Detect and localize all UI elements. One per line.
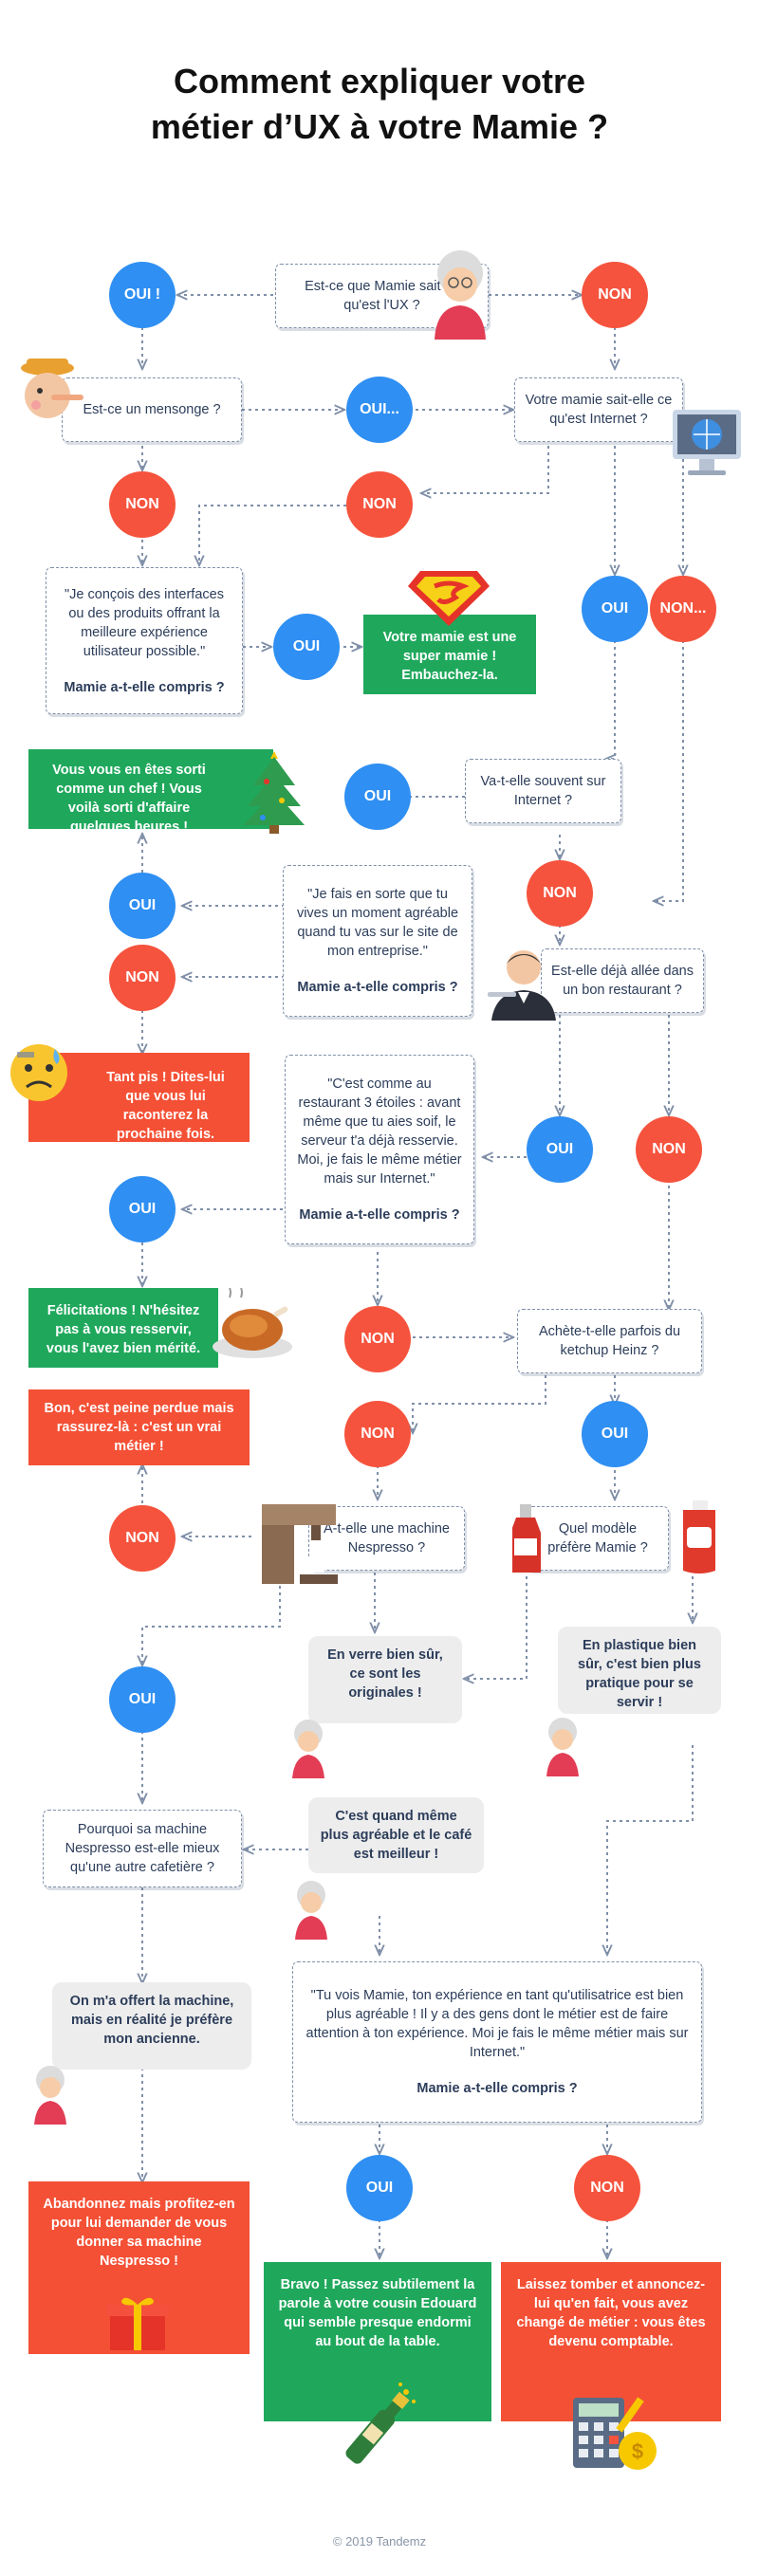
answer-oui-user-experience: OUI — [346, 2155, 413, 2221]
page-title: Comment expliquer votre métier d’UX à vo… — [0, 59, 759, 150]
answer-oui-knows-ux: OUI ! — [109, 262, 176, 328]
question-box-restaurant: Est-elle déjà allée dans un bon restaura… — [541, 948, 704, 1013]
question-box-user-experience: "Tu vois Mamie, ton expérience en tant q… — [292, 1961, 702, 2123]
answer-oui-knows-internet: OUI — [582, 576, 648, 642]
roast-turkey-icon — [213, 1288, 292, 1358]
answer-non-agreeable-moment: NON — [109, 945, 176, 1011]
question-box-ux-definition: "Je conçois des interfaces ou des produi… — [46, 567, 243, 714]
bubble-offert: On m'a offert la machine, mais en réalit… — [52, 1982, 251, 2070]
answer-oui-agreeable-moment: OUI — [109, 873, 176, 939]
answer-oui-heinz: OUI — [582, 1401, 648, 1467]
footer-copyright: © 2019 Tandemz — [332, 2534, 427, 2548]
answer-oui-internet-often: OUI — [344, 764, 411, 830]
title-line-1: Comment expliquer votre — [173, 62, 586, 101]
answer-oui-restaurant-analogy: OUI — [109, 1176, 176, 1242]
gift-icon — [106, 2297, 169, 2350]
calculator-icon: $ — [573, 2397, 657, 2470]
bubble-agreable: C'est quand même plus agréable et le caf… — [308, 1797, 484, 1873]
question-box-nespresso-why: Pourquoi sa machine Nespresso est-elle m… — [43, 1810, 242, 1887]
answer-non-knows-ux: NON — [582, 262, 648, 328]
answer-oui-lie: OUI... — [346, 377, 413, 443]
title-line-2: métier d’UX à votre Mamie ? — [150, 107, 609, 146]
answer-non-dots-knows-internet: NON... — [650, 576, 716, 642]
christmas-tree-icon — [244, 751, 305, 834]
pinocchio-icon — [21, 359, 83, 418]
answer-non-restaurant-analogy: NON — [344, 1306, 411, 1372]
answer-non-user-experience: NON — [574, 2155, 640, 2221]
answer-oui-nespresso: OUI — [109, 1666, 176, 1733]
svg-text:$: $ — [632, 2439, 643, 2463]
ketchup-bottles-icon — [512, 1500, 715, 1573]
question-box-restaurant-analogy: "C'est comme au restaurant 3 étoiles : a… — [285, 1055, 474, 1244]
question-box-agreeable-moment: "Je fais en sorte que tu vives un moment… — [283, 865, 472, 1017]
question-box-lie: Est-ce un mensonge ? — [62, 377, 242, 442]
grandma-icon — [292, 1720, 324, 1778]
superman-logo-icon — [408, 571, 490, 626]
flowchart-infographic: Comment expliquer votre métier d’UX à vo… — [0, 0, 759, 2576]
answer-non-knows-internet: NON — [346, 471, 413, 538]
question-box-knows-internet: Votre mamie sait-elle ce qu'est Internet… — [514, 377, 683, 442]
result-peine-perdue: Bon, c'est peine perdue mais rassurez-là… — [28, 1389, 250, 1465]
result-felicitations: Félicitations ! N'hésitez pas à vous res… — [28, 1288, 218, 1368]
sad-face-icon — [10, 1044, 67, 1101]
answer-non-heinz: NON — [344, 1401, 411, 1467]
waiter-icon — [488, 950, 556, 1021]
answer-oui-restaurant: OUI — [527, 1116, 593, 1183]
answer-non-internet-often: NON — [527, 860, 593, 927]
question-box-heinz: Achète-t-elle parfois du ketchup Heinz ? — [517, 1309, 702, 1373]
question-box-internet-often: Va-t-elle souvent sur Internet ? — [465, 759, 621, 823]
coffee-machine-icon — [262, 1504, 338, 1584]
computer-icon — [673, 410, 741, 475]
grandma-icon — [34, 2066, 66, 2125]
answer-non-nespresso: NON — [109, 1505, 176, 1572]
grandma-icon — [546, 1718, 579, 1776]
answer-non-restaurant: NON — [636, 1116, 702, 1183]
bubble-verre: En verre bien sûr, ce sont les originale… — [308, 1636, 462, 1723]
answer-oui-ux-definition: OUI — [273, 614, 340, 680]
result-chef: Vous vous en êtes sorti comme un chef ! … — [28, 749, 273, 835]
champagne-icon — [345, 2383, 416, 2464]
answer-non-lie: NON — [109, 471, 176, 538]
grandma-icon — [295, 1881, 327, 1940]
grandma-icon — [435, 250, 486, 340]
bubble-plastique: En plastique bien sûr, c'est bien plus p… — [558, 1627, 721, 1714]
